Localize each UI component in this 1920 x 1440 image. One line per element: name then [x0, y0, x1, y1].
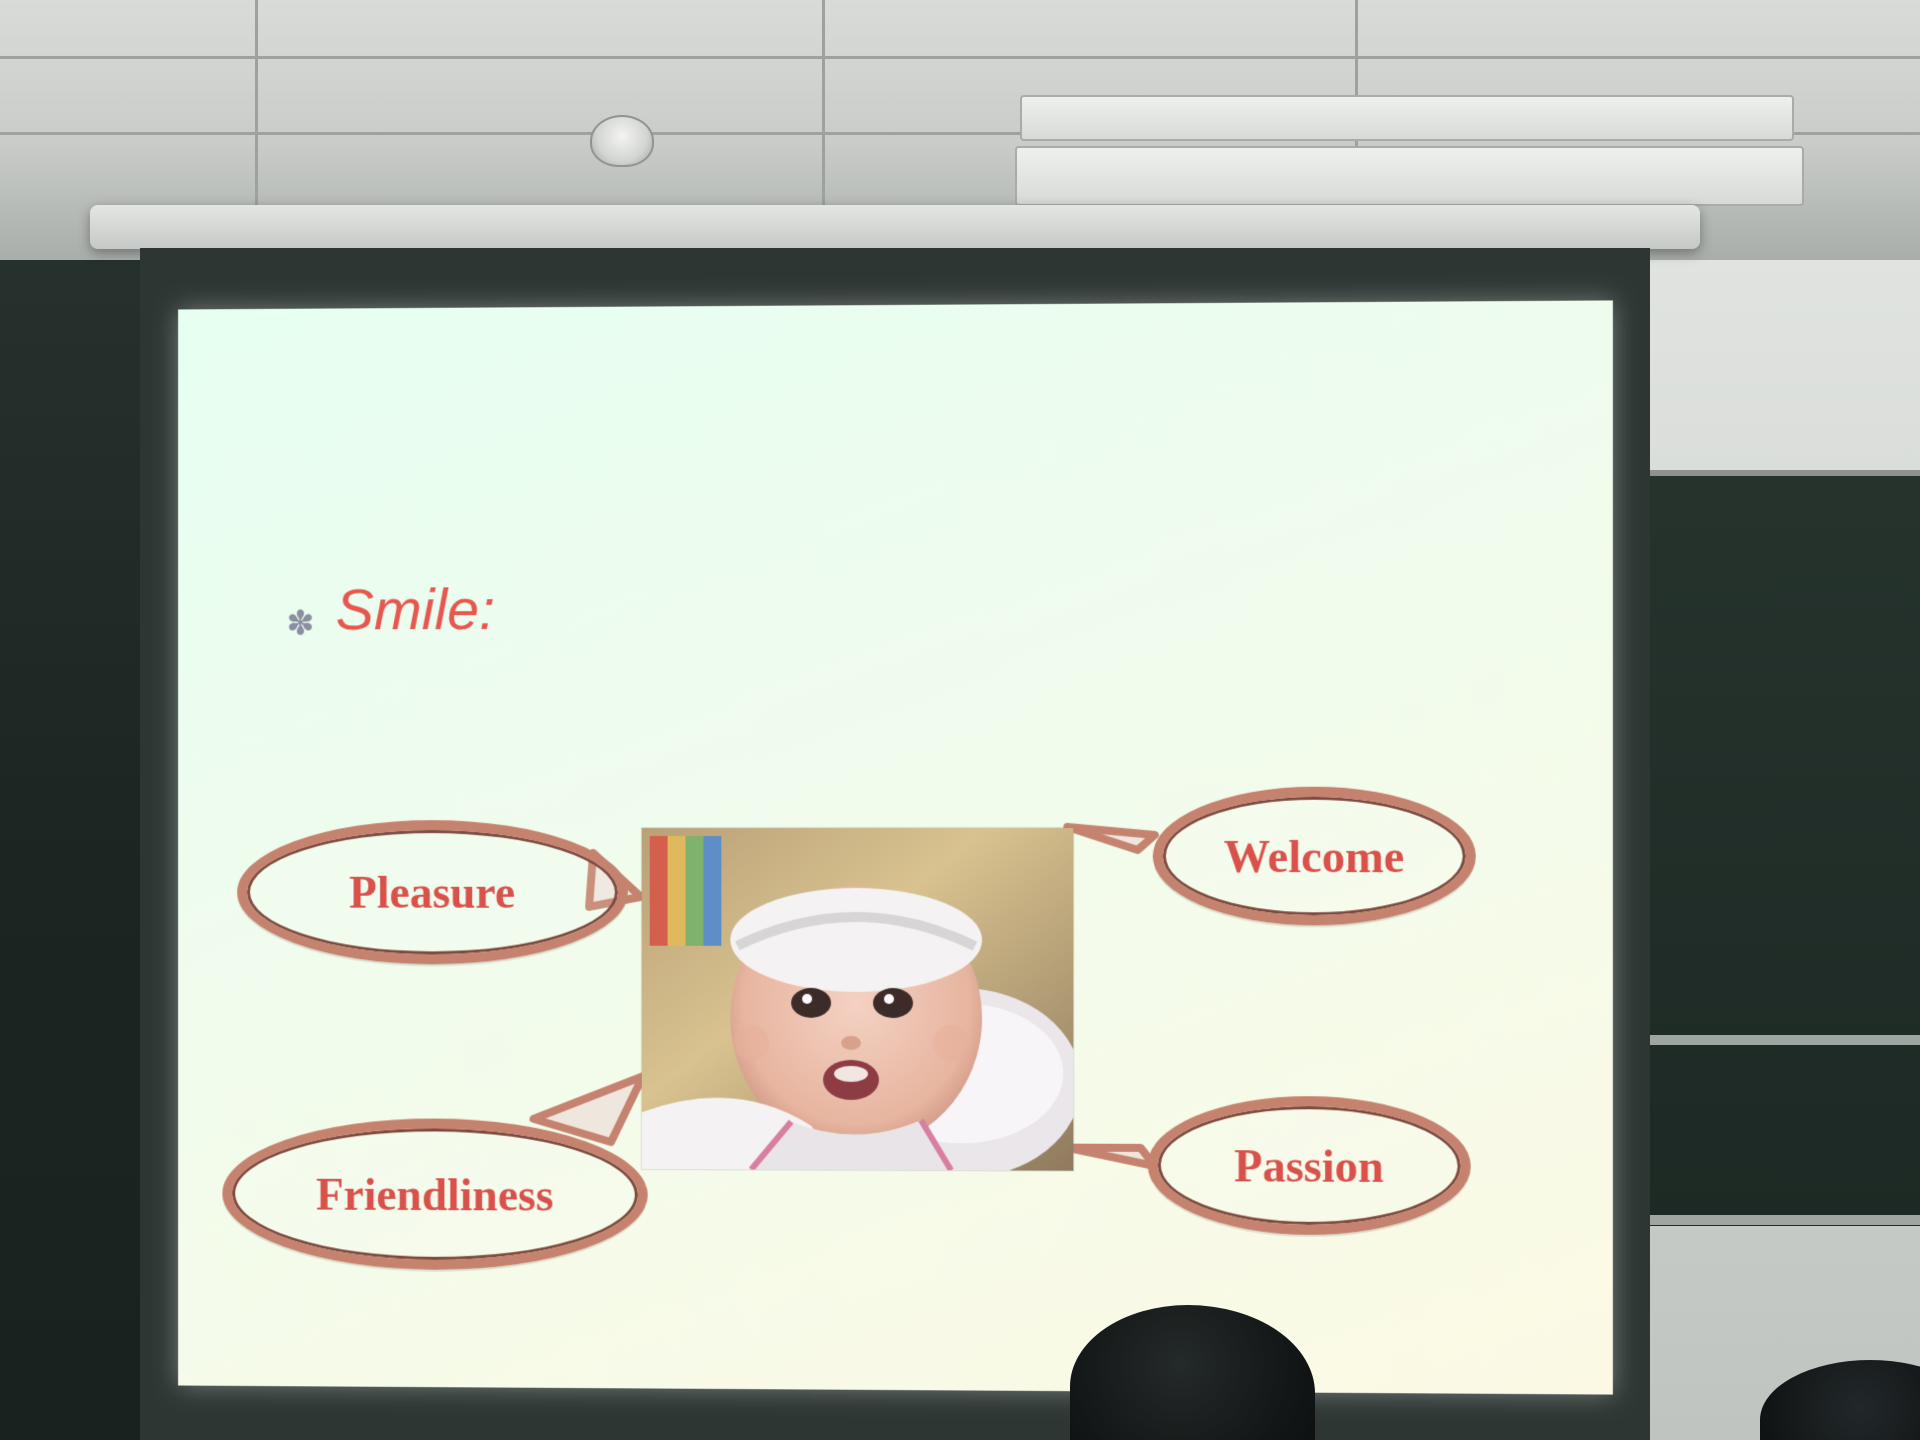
projector-screen-housing: [90, 205, 1700, 249]
bubble-friendliness: Friendliness: [222, 1117, 648, 1271]
ceiling-grid-line: [255, 0, 258, 205]
ceiling-light: [1015, 146, 1804, 206]
ceiling-grid-line: [822, 0, 825, 205]
bubble-label: Pleasure: [349, 866, 516, 918]
ceiling-grid-line: [0, 56, 1920, 59]
blackboard: [1650, 470, 1920, 1226]
bubble-label: Passion: [1234, 1139, 1384, 1192]
board-rail: [1650, 1215, 1920, 1225]
slide-title: Smile:: [335, 577, 496, 643]
classroom-scene: ✽ Smile: Pleasure Welcome Friendliness P…: [0, 0, 1920, 1440]
ceiling-light: [1020, 95, 1794, 141]
bubble-welcome: Welcome: [1152, 786, 1476, 926]
bubble-passion: Passion: [1147, 1095, 1471, 1236]
asterisk-bullet-icon: ✽: [286, 603, 315, 644]
baby-photo: [640, 826, 1075, 1172]
bubble-pleasure: Pleasure: [237, 820, 628, 965]
dome-camera-icon: [590, 115, 654, 167]
projected-slide: ✽ Smile: Pleasure Welcome Friendliness P…: [178, 300, 1613, 1395]
bubble-label: Friendliness: [315, 1168, 554, 1221]
baby-image: [641, 827, 1075, 1172]
board-rail: [1650, 1035, 1920, 1045]
bubble-label: Welcome: [1223, 830, 1405, 882]
